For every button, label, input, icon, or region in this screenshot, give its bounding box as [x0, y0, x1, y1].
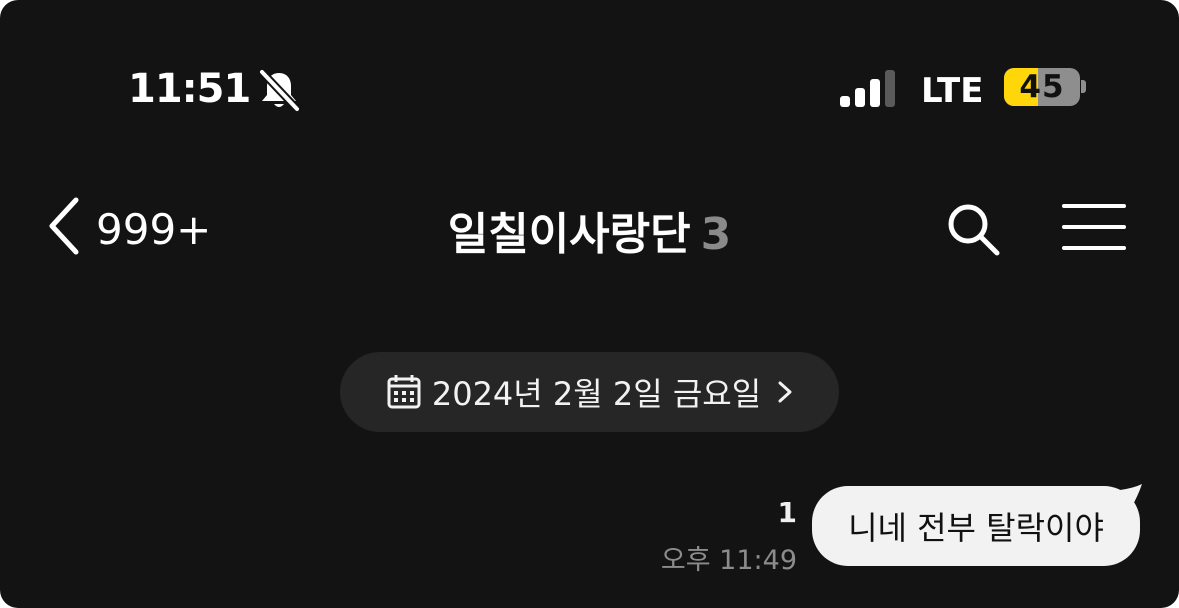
date-divider-text: 2024년 2월 2일 금요일 — [431, 375, 762, 413]
chevron-right-icon — [778, 381, 792, 403]
message-timestamp: 오후 11:49 — [660, 545, 797, 576]
chat-title-bar[interactable]: 일칠이사랑단 3 — [0, 198, 1179, 262]
chat-screen: 11:51 LTE 45 999+ 일칠이사랑단 3 2024년 2월 2일 금… — [0, 0, 1179, 608]
message-bubble[interactable]: 니네 전부 탈락이야 — [812, 486, 1140, 566]
menu-icon[interactable] — [1062, 202, 1126, 252]
calendar-icon — [387, 375, 421, 409]
member-count: 3 — [700, 209, 732, 260]
battery-indicator: 45 — [1004, 68, 1080, 106]
battery-cap — [1081, 80, 1086, 93]
date-divider-button[interactable]: 2024년 2월 2일 금요일 — [340, 352, 839, 432]
chat-title: 일칠이사랑단 — [447, 209, 691, 260]
cellular-signal-icon — [840, 70, 895, 107]
message-unread-count: 1 — [777, 496, 797, 529]
battery-percent: 45 — [1019, 69, 1065, 105]
search-icon[interactable] — [944, 200, 1002, 258]
message-text: 니네 전부 탈락이야 — [848, 509, 1104, 547]
status-time: 11:51 — [128, 66, 251, 112]
network-type: LTE — [921, 71, 984, 111]
bell-off-icon — [258, 68, 301, 112]
